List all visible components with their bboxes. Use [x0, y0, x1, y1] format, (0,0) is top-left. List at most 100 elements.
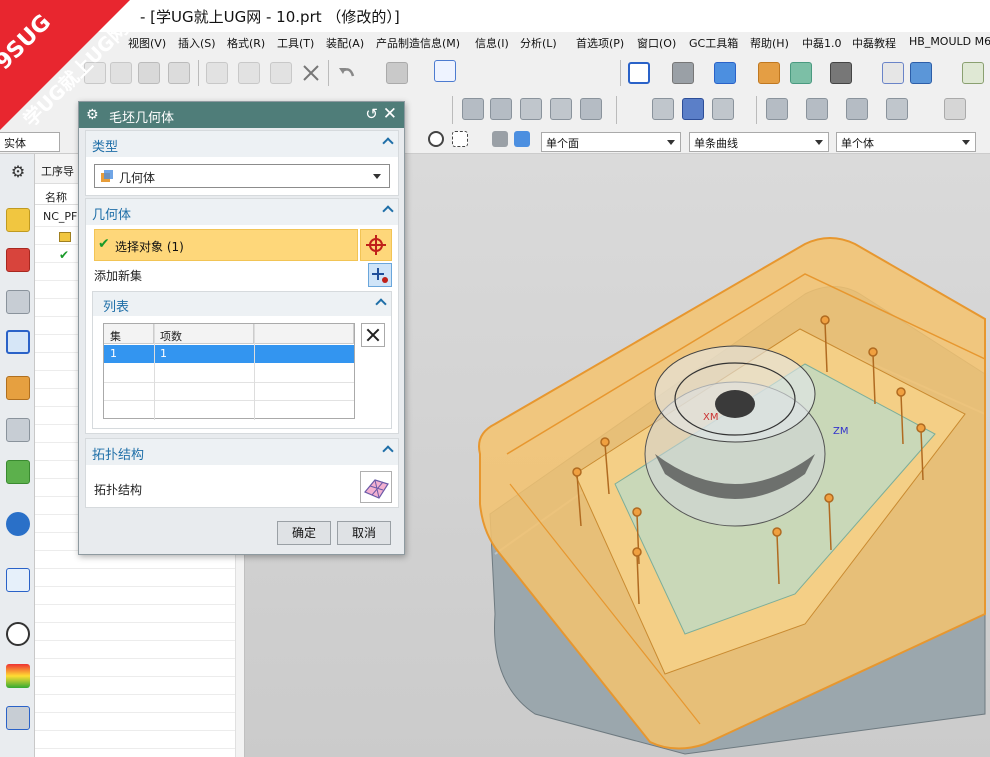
curve-rule-select[interactable]: 单条曲线 [689, 132, 829, 152]
column-items-header[interactable]: 项数 [154, 324, 254, 344]
remove-set-button[interactable] [361, 323, 385, 347]
gear-icon[interactable]: ⚙ [86, 107, 99, 123]
menu-pmi[interactable]: 产品制造信息(M) [376, 35, 460, 51]
create-operation-icon[interactable] [462, 98, 484, 120]
menu-info[interactable]: 信息(I) [475, 35, 509, 51]
snap-point-icon[interactable] [428, 131, 444, 147]
zoom-icon[interactable] [672, 62, 694, 84]
create-method-icon[interactable] [550, 98, 572, 120]
menu-view[interactable]: 视图(V) [128, 35, 166, 51]
type-filter[interactable]: 实体 [0, 132, 60, 152]
menu-tools[interactable]: 工具(T) [277, 35, 314, 51]
layer-icon[interactable] [962, 62, 984, 84]
print-icon[interactable] [168, 62, 190, 84]
operation-navigator-icon[interactable] [6, 330, 30, 354]
postprocess-icon[interactable] [682, 98, 704, 120]
part-navigator-icon[interactable] [6, 208, 30, 232]
reset-icon[interactable]: ↺ [365, 105, 378, 123]
select-body-icon[interactable] [514, 131, 530, 147]
list-section-header[interactable]: 列表 [93, 292, 391, 316]
machine-navigator-icon[interactable] [6, 376, 30, 400]
menu-preferences[interactable]: 首选项(P) [576, 35, 624, 51]
topology-button[interactable] [360, 471, 392, 503]
create-tool-icon[interactable] [490, 98, 512, 120]
info-icon[interactable] [6, 512, 30, 536]
select-feature-icon[interactable] [492, 131, 508, 147]
save-icon[interactable] [138, 62, 160, 84]
roles-icon[interactable] [6, 460, 30, 484]
open-file-icon[interactable] [110, 62, 132, 84]
type-section: 类型 几何体 [85, 130, 399, 196]
reuse-library-icon[interactable] [6, 418, 30, 442]
menu-insert[interactable]: 插入(S) [178, 35, 216, 51]
list-toolpath-icon[interactable] [846, 98, 868, 120]
standard-toolbar [0, 54, 990, 138]
menu-format[interactable]: 格式(R) [227, 35, 265, 51]
geometry-section-header[interactable]: 几何体 [86, 199, 398, 225]
repeat-command-icon[interactable] [386, 62, 408, 84]
verify-toolpath-icon[interactable] [652, 98, 674, 120]
curve-rule-value: 单条曲线 [694, 137, 738, 150]
menu-help[interactable]: 帮助(H) [750, 35, 789, 51]
type-select[interactable]: 几何体 [94, 164, 390, 188]
column-set-header[interactable]: 集 [104, 324, 154, 344]
assembly-navigator-icon[interactable] [6, 248, 30, 272]
manufacturing-wizard-icon[interactable] [6, 706, 30, 730]
generate-toolpath-icon[interactable] [580, 98, 602, 120]
copy-icon[interactable] [238, 62, 260, 84]
analysis-icon[interactable] [6, 664, 30, 688]
chevron-up-icon[interactable] [382, 137, 394, 149]
menu-zhonglei-tutorial[interactable]: 中磊教程 [852, 35, 896, 51]
shop-doc-icon[interactable] [712, 98, 734, 120]
edge-display-icon[interactable] [758, 62, 780, 84]
wcs-icon[interactable] [882, 62, 904, 84]
background-icon[interactable] [830, 62, 852, 84]
chevron-up-icon[interactable] [382, 205, 394, 217]
undo-icon[interactable] [336, 62, 358, 84]
history-clock-icon[interactable] [6, 622, 30, 646]
menu-hb-mould[interactable]: HB_MOULD M6 [909, 35, 990, 48]
render-style-icon[interactable] [714, 62, 736, 84]
cut-icon[interactable] [206, 62, 228, 84]
more-tools-icon[interactable] [944, 98, 966, 120]
type-section-header[interactable]: 类型 [86, 131, 398, 157]
chevron-up-icon[interactable] [375, 298, 387, 310]
create-geometry-icon[interactable] [520, 98, 542, 120]
menu-window[interactable]: 窗口(O) [637, 35, 676, 51]
constraint-navigator-icon[interactable] [6, 290, 30, 314]
menu-analysis[interactable]: 分析(L) [520, 35, 557, 51]
replay-icon[interactable] [806, 98, 828, 120]
folder-icon[interactable] [59, 232, 71, 242]
ok-button[interactable]: 确定 [277, 521, 331, 545]
topology-section-label: 拓扑结构 [92, 448, 145, 463]
menu-gc-toolbox[interactable]: GC工具箱 [689, 35, 738, 51]
menu-zhonglei[interactable]: 中磊1.0 [802, 35, 842, 51]
face-rule-select[interactable]: 单个面 [541, 132, 681, 152]
select-object-row[interactable]: ✔ 选择对象 (1) [94, 229, 358, 261]
close-icon[interactable]: ✕ [383, 104, 397, 124]
body-rule-select[interactable]: 单个体 [836, 132, 976, 152]
fit-view-icon[interactable] [628, 62, 650, 84]
command-finder-icon[interactable] [434, 60, 456, 82]
chevron-up-icon[interactable] [382, 445, 394, 457]
selection-box-icon[interactable] [452, 131, 468, 147]
delete-icon[interactable] [300, 62, 322, 84]
dialog-title-bar[interactable]: ⚙ 毛坯几何体 ↺ ✕ [79, 102, 404, 128]
select-object-button[interactable] [360, 229, 392, 261]
gear-icon[interactable]: ⚙ [6, 160, 30, 184]
display-toolpath-icon[interactable] [766, 98, 788, 120]
cancel-button[interactable]: 取消 [337, 521, 391, 545]
navigator-root-item[interactable]: NC_PF [43, 210, 77, 223]
paste-icon[interactable] [270, 62, 292, 84]
table-row[interactable]: 1 1 [104, 345, 354, 363]
topology-section: 拓扑结构 拓扑结构 [85, 438, 399, 508]
feed-rate-icon[interactable] [886, 98, 908, 120]
menu-assembly[interactable]: 装配(A) [326, 35, 364, 51]
web-browser-icon[interactable] [6, 568, 30, 592]
column-empty-header [254, 324, 354, 344]
topology-section-header[interactable]: 拓扑结构 [86, 439, 398, 465]
move-object-icon[interactable] [910, 62, 932, 84]
add-new-set-button[interactable] [368, 263, 392, 287]
view-orientation-icon[interactable] [790, 62, 812, 84]
new-file-icon[interactable] [84, 62, 106, 84]
